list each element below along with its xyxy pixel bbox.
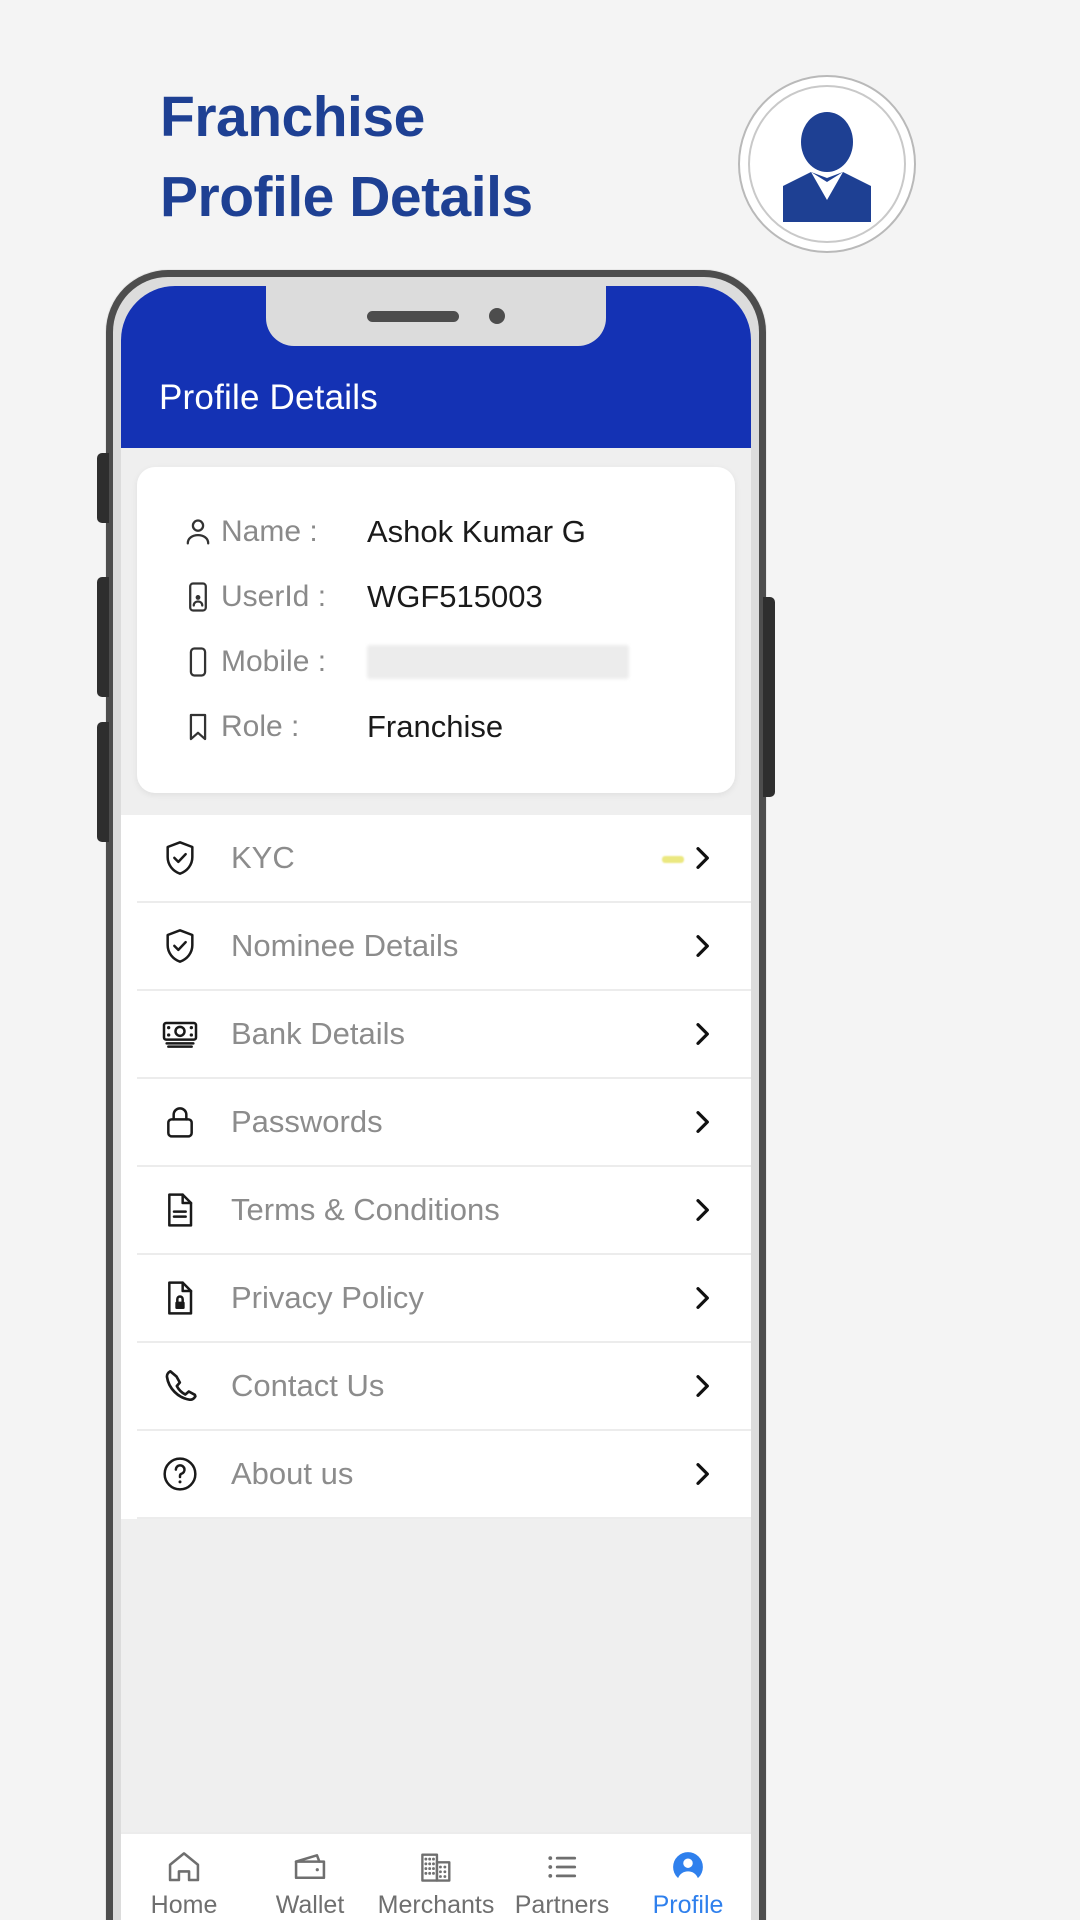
promo-heading-line-2: Profile Details [160, 164, 533, 229]
chevron-right-icon[interactable] [686, 1370, 718, 1402]
menu-item-passwords[interactable]: Passwords [137, 1079, 751, 1167]
silence-switch[interactable] [97, 453, 109, 523]
mobile-icon [181, 645, 221, 679]
chevron-right-icon[interactable] [686, 1018, 718, 1050]
menu-item-contact-us[interactable]: Contact Us [137, 1343, 751, 1431]
avatar [738, 75, 916, 253]
app-body: Name : Ashok Kumar G UserId : WGF515003 [121, 448, 751, 1920]
nav-label-home: Home [150, 1891, 218, 1919]
power-button[interactable] [763, 597, 775, 797]
buildings-icon [417, 1848, 455, 1886]
id-card-icon [181, 580, 221, 614]
menu-label-about-us: About us [231, 1456, 354, 1491]
profile-value-name: Ashok Kumar G [367, 513, 586, 549]
nav-item-wallet[interactable]: Wallet [247, 1848, 373, 1920]
profile-label-role: Role : [221, 709, 300, 743]
phone-call-icon [137, 1366, 223, 1406]
user-icon [181, 515, 221, 549]
bookmark-icon [181, 710, 221, 744]
question-mark-circle-icon [137, 1454, 223, 1494]
menu-item-kyc[interactable]: KYC [137, 815, 751, 903]
shield-check-icon [137, 926, 223, 966]
menu-label-contact-us: Contact Us [231, 1368, 385, 1403]
document-icon [137, 1190, 223, 1230]
profile-value-role: Franchise [367, 708, 504, 744]
menu-item-about-us[interactable]: About us [137, 1431, 751, 1519]
menu-label-passwords: Passwords [231, 1104, 383, 1139]
shield-check-icon [137, 838, 223, 878]
document-lock-icon [137, 1278, 223, 1318]
phone-screen: Profile Details Name : Ashok Kumar G Use… [121, 286, 751, 1920]
menu-label-kyc: KYC [231, 840, 295, 875]
chevron-right-icon[interactable] [686, 1458, 718, 1490]
menu-label-nominee-details: Nominee Details [231, 928, 459, 963]
menu-label-terms-and-conditions: Terms & Conditions [231, 1192, 500, 1227]
chevron-right-icon[interactable] [686, 1282, 718, 1314]
banknote-icon [137, 1014, 223, 1054]
phone-notch [266, 286, 606, 346]
profile-label-userid: UserId : [221, 579, 327, 613]
profile-info-card: Name : Ashok Kumar G UserId : WGF515003 [137, 467, 735, 793]
nav-label-profile: Profile [652, 1891, 724, 1919]
wallet-icon [291, 1848, 329, 1886]
menu-item-bank-details[interactable]: Bank Details [137, 991, 751, 1079]
chevron-right-icon[interactable] [686, 930, 718, 962]
profile-row-mobile: Mobile : [137, 629, 735, 694]
nav-label-wallet: Wallet [275, 1891, 345, 1919]
front-camera-icon [489, 308, 505, 324]
chevron-right-icon[interactable] [662, 842, 718, 874]
nav-item-profile[interactable]: Profile [625, 1848, 751, 1920]
nav-item-partners[interactable]: Partners [499, 1848, 625, 1920]
menu-label-privacy-policy: Privacy Policy [231, 1280, 424, 1315]
profile-value-userid: WGF515003 [367, 578, 543, 614]
chevron-right-icon[interactable] [686, 1106, 718, 1138]
page-title: Profile Details [159, 378, 378, 417]
profile-row-name: Name : Ashok Kumar G [137, 499, 735, 564]
bottom-navigation-bar: Home Wallet Merchants Partners Profile [121, 1832, 751, 1920]
promo-heading: Franchise Profile Details [160, 78, 720, 238]
nav-label-partners: Partners [514, 1891, 610, 1919]
nav-item-home[interactable]: Home [121, 1848, 247, 1920]
nav-label-merchants: Merchants [377, 1891, 495, 1919]
phone-mockup: Profile Details Name : Ashok Kumar G Use… [97, 270, 775, 1920]
account-circle-icon [669, 1848, 707, 1886]
volume-down-button[interactable] [97, 722, 109, 842]
lock-icon [137, 1102, 223, 1142]
app-bar: Profile Details [121, 286, 751, 448]
person-avatar-icon [740, 77, 914, 251]
chevron-right-icon[interactable] [686, 1194, 718, 1226]
profile-label-mobile: Mobile : [221, 644, 327, 678]
menu-label-bank-details: Bank Details [231, 1016, 406, 1051]
profile-row-role: Role : Franchise [137, 694, 735, 759]
profile-menu-list: KYC Nominee Details Bank Details Passwor… [121, 815, 751, 1519]
kyc-highlight-mark [662, 856, 684, 863]
list-icon [543, 1848, 581, 1886]
profile-label-name: Name : [221, 514, 318, 548]
speaker-bar-icon [367, 310, 459, 322]
nav-item-merchants[interactable]: Merchants [373, 1848, 499, 1920]
profile-value-mobile-redacted [367, 644, 629, 679]
home-icon [165, 1848, 203, 1886]
menu-item-nominee-details[interactable]: Nominee Details [137, 903, 751, 991]
promo-heading-line-1: Franchise [160, 85, 425, 149]
menu-item-privacy-policy[interactable]: Privacy Policy [137, 1255, 751, 1343]
menu-item-terms-and-conditions[interactable]: Terms & Conditions [137, 1167, 751, 1255]
profile-row-userid: UserId : WGF515003 [137, 564, 735, 629]
volume-up-button[interactable] [97, 577, 109, 697]
